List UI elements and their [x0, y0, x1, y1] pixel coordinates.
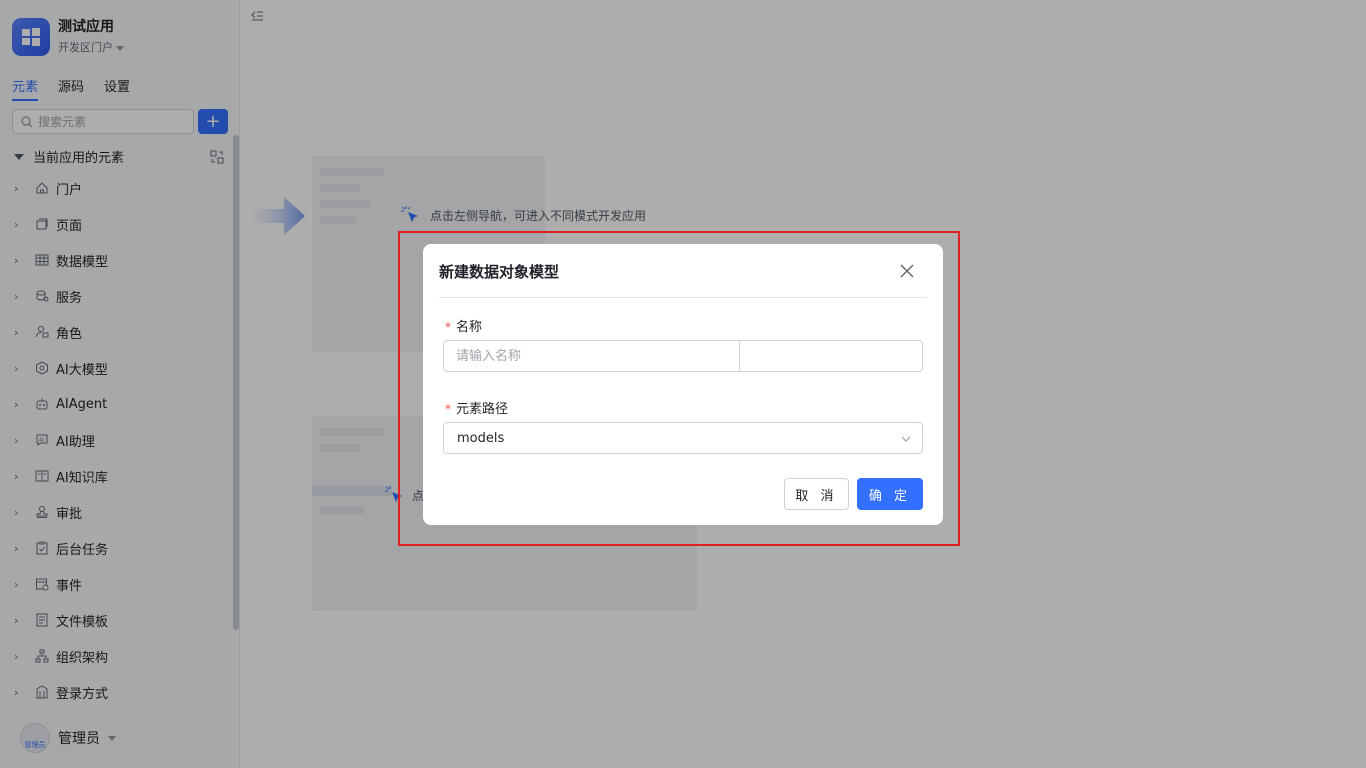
element-path-select[interactable]: models	[443, 422, 923, 454]
close-button[interactable]	[897, 261, 917, 281]
dialog-divider	[439, 297, 927, 298]
path-label-text: 元素路径	[456, 402, 509, 417]
path-label: * 元素路径	[445, 398, 508, 417]
name-suffix-input[interactable]	[740, 341, 922, 371]
name-input-group	[443, 340, 923, 372]
cancel-button[interactable]: 取 消	[784, 478, 849, 510]
chevron-down-icon	[901, 436, 911, 442]
dialog-title: 新建数据对象模型	[439, 263, 560, 281]
name-label: * 名称	[445, 316, 482, 335]
name-label-text: 名称	[456, 320, 483, 335]
close-icon	[900, 264, 914, 278]
confirm-button[interactable]: 确 定	[857, 478, 923, 510]
new-data-model-dialog: 新建数据对象模型 * 名称 * 元素路径 models 取 消 确 定	[423, 244, 943, 525]
element-path-value: models	[457, 430, 505, 446]
required-mark: *	[445, 320, 451, 334]
required-mark: *	[445, 402, 451, 416]
name-input[interactable]	[444, 341, 740, 371]
